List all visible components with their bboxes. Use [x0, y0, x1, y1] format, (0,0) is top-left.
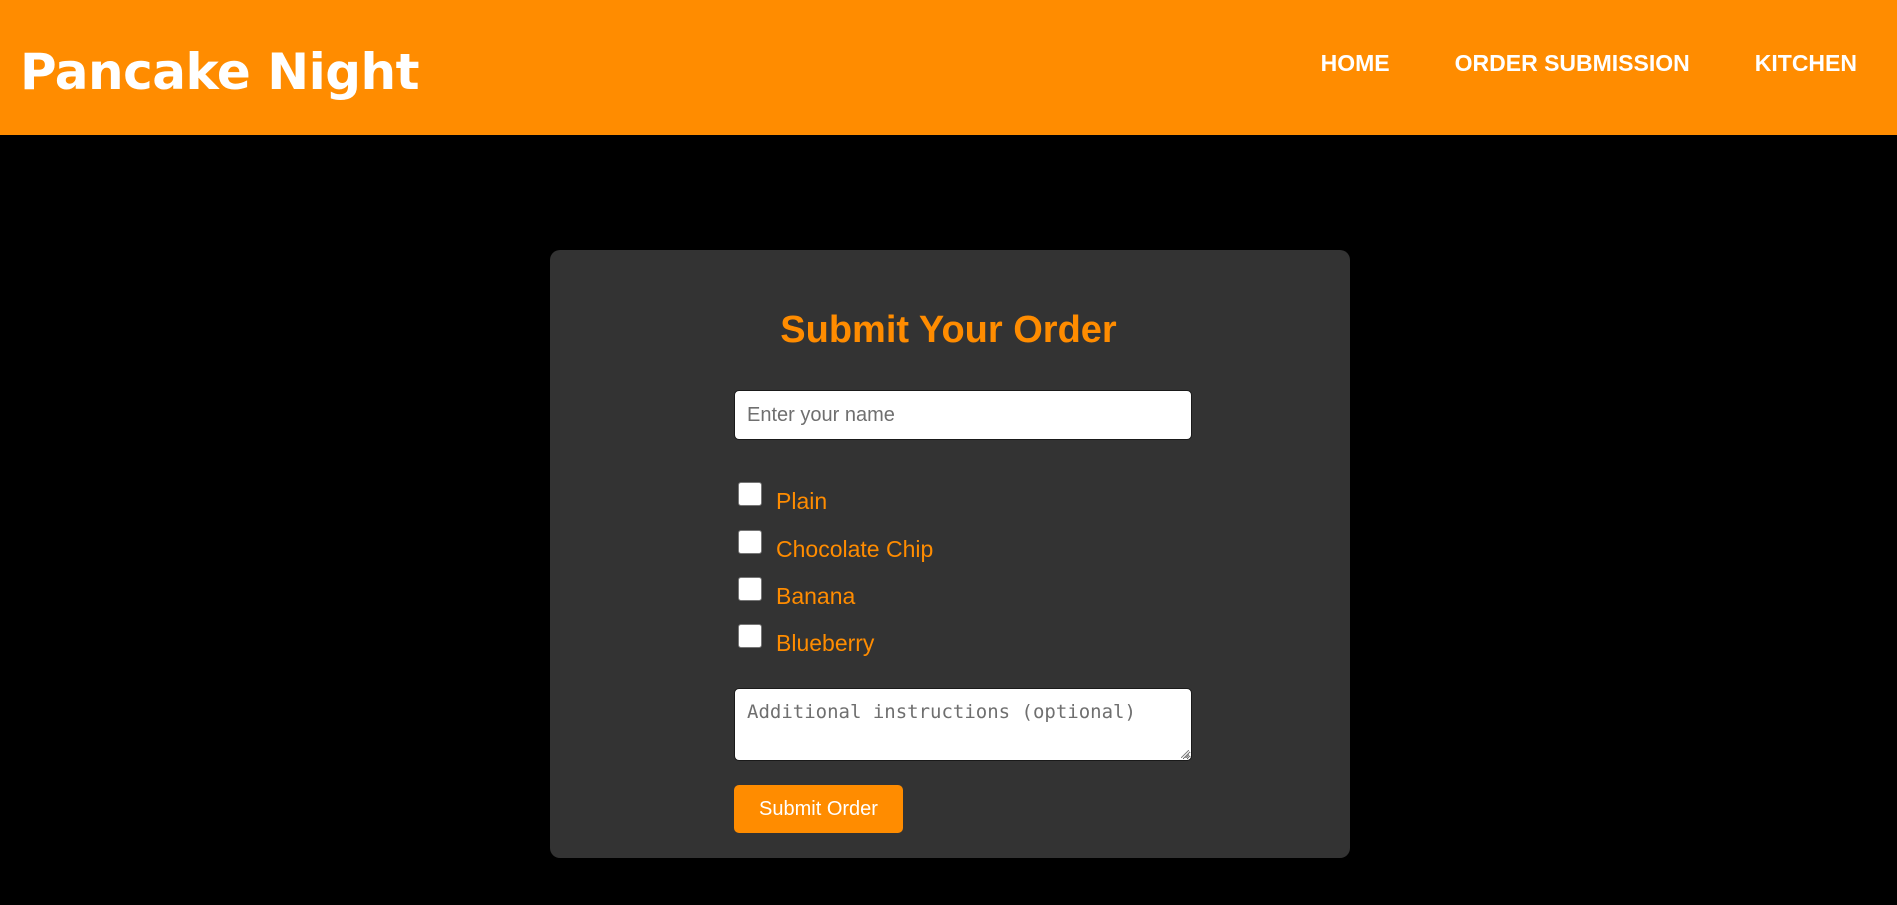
plain-checkbox[interactable] [738, 482, 762, 506]
nav-link-order-submission[interactable]: ORDER SUBMISSION [1455, 48, 1690, 78]
main-nav: HOME ORDER SUBMISSION KITCHEN [1321, 48, 1857, 78]
name-input[interactable] [734, 390, 1192, 440]
site-header: Pancake Night HOME ORDER SUBMISSION KITC… [0, 0, 1897, 135]
form-title: Submit Your Order [780, 309, 1117, 351]
nav-link-home[interactable]: HOME [1321, 48, 1390, 78]
blueberry-checkbox[interactable] [738, 624, 762, 648]
option-label: Blueberry [776, 630, 875, 656]
option-blueberry[interactable]: Blueberry [738, 624, 875, 656]
option-label: Banana [776, 583, 856, 609]
submit-order-button[interactable]: Submit Order [734, 785, 903, 833]
instructions-textarea[interactable] [734, 688, 1192, 761]
option-label: Plain [776, 488, 828, 514]
option-chocolate-chip[interactable]: Chocolate Chip [738, 530, 934, 562]
chocolate-chip-checkbox[interactable] [738, 530, 762, 554]
site-logo: Pancake Night [20, 43, 420, 101]
nav-link-kitchen[interactable]: KITCHEN [1755, 48, 1857, 78]
option-label: Chocolate Chip [776, 536, 934, 562]
banana-checkbox[interactable] [738, 577, 762, 601]
option-banana[interactable]: Banana [738, 577, 856, 609]
option-plain[interactable]: Plain [738, 482, 828, 514]
